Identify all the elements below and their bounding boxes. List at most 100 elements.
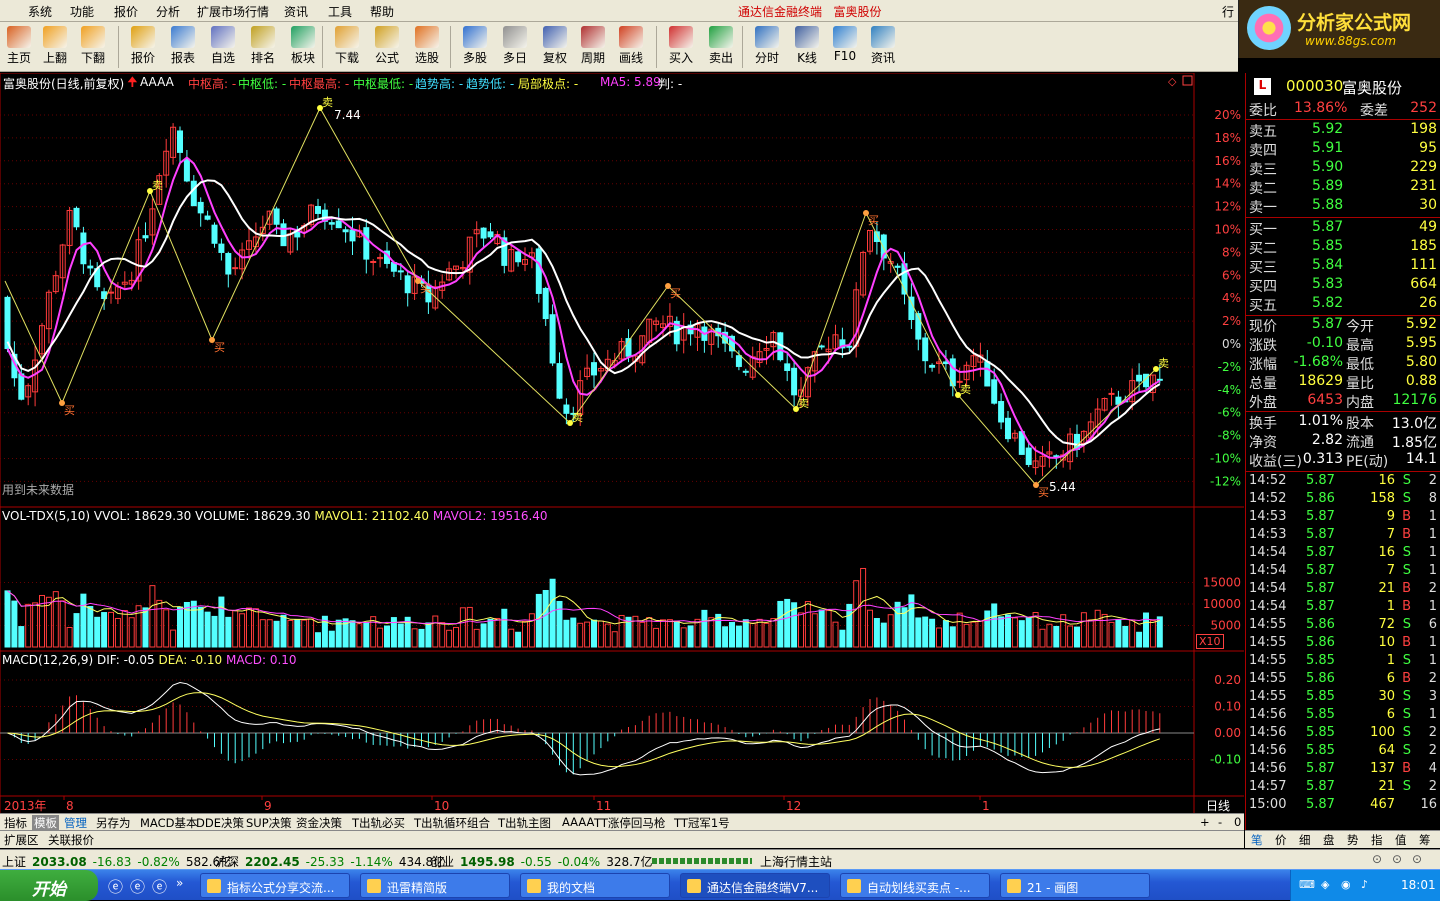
quick-launch-browser-icon[interactable]: ⓔ bbox=[130, 876, 145, 897]
app-icon bbox=[1007, 879, 1021, 893]
toolbar-button-8[interactable]: 板块 bbox=[284, 24, 322, 70]
tab-related-quote[interactable]: 关联报价 bbox=[48, 832, 94, 848]
tab-3[interactable]: 管理 bbox=[64, 815, 87, 831]
tab-10[interactable]: T出轨循环组合 bbox=[414, 815, 490, 831]
kline-chart[interactable]: 20% 18% 16% 14% 12% 10% 8% 6% 4% 2% 0% -2% -4% -6% -8%… bbox=[0, 73, 1244, 817]
diamond-icon[interactable]: ◇ bbox=[1168, 75, 1177, 88]
quick-launch-ie-icon[interactable]: ⓔ bbox=[108, 876, 123, 897]
menu-bar: 系统 功能 报价 分析 扩展市场行情 资讯 工具 帮助 通达信金融终端 富奥股份… bbox=[0, 0, 1440, 22]
stat-value-2: 14.1 bbox=[1405, 451, 1437, 467]
toolbar-button-1[interactable]: 主页 bbox=[0, 24, 38, 70]
toolbar-button-9[interactable]: 下载 bbox=[328, 24, 366, 70]
tab-14[interactable]: TT冠军1号 bbox=[674, 815, 730, 831]
toolbar-button-15[interactable]: 周期 bbox=[574, 24, 612, 70]
tab-13[interactable]: TT涨停回马枪 bbox=[594, 815, 665, 831]
menu-function[interactable]: 功能 bbox=[70, 3, 94, 20]
bid-row: 买四 5.83 664 bbox=[1246, 276, 1440, 295]
tab-5[interactable]: MACD基本 bbox=[140, 815, 197, 831]
toolbar-button-21[interactable]: F10 bbox=[826, 24, 864, 70]
menu-news[interactable]: 资讯 bbox=[284, 3, 308, 20]
tab-7[interactable]: SUP决策 bbox=[246, 815, 292, 831]
quick-launch-more-icon[interactable]: » bbox=[176, 876, 183, 890]
menu-partial[interactable]: 行 bbox=[1222, 3, 1234, 20]
taskbar-item-1[interactable]: 指标公式分享交流... bbox=[200, 873, 350, 898]
toolbar-button-6[interactable]: 自选 bbox=[204, 24, 242, 70]
taskbar-item-2[interactable]: 迅雷精简版 bbox=[360, 873, 510, 898]
volume-bar bbox=[80, 593, 87, 648]
candle-body bbox=[218, 243, 225, 253]
taskbar-item-6[interactable]: 21 - 画图 bbox=[1000, 873, 1150, 898]
tab-control-2[interactable]: - bbox=[1218, 815, 1222, 829]
toolbar-button-19[interactable]: 分时 bbox=[748, 24, 786, 70]
tab-9[interactable]: T出轨必买 bbox=[352, 815, 405, 831]
volume-header: VOL-TDX(5,10) VVOL: 18629.30 VOLUME: 186… bbox=[2, 509, 548, 523]
price-tick-label: 14% bbox=[1214, 177, 1241, 191]
menu-help[interactable]: 帮助 bbox=[370, 3, 394, 20]
candle-body bbox=[370, 260, 377, 263]
tab-11[interactable]: T出轨主图 bbox=[498, 815, 551, 831]
menu-system[interactable]: 系统 bbox=[28, 3, 52, 20]
taskbar-item-5[interactable]: 自动划线买卖点 -... bbox=[840, 873, 990, 898]
status-icon-2[interactable]: ⊙ bbox=[1392, 852, 1402, 866]
taskbar-item-3[interactable]: 我的文档 bbox=[520, 873, 670, 898]
quote-tab-8[interactable]: 筹 bbox=[1419, 832, 1431, 848]
candle-body bbox=[742, 370, 749, 373]
toolbar-button-22[interactable]: 资讯 bbox=[864, 24, 902, 70]
quote-tab-3[interactable]: 细 bbox=[1299, 832, 1311, 848]
period-label[interactable]: 日线 bbox=[1206, 797, 1230, 814]
toolbar-button-7[interactable]: 排名 bbox=[244, 24, 282, 70]
toolbar-button-14[interactable]: 复权 bbox=[536, 24, 574, 70]
clock[interactable]: 18:01 bbox=[1401, 878, 1436, 892]
tab-2[interactable]: 模板 bbox=[32, 815, 59, 831]
toolbar-button-5[interactable]: 报表 bbox=[164, 24, 202, 70]
tab-6[interactable]: DDE决策 bbox=[196, 815, 244, 831]
volume-icon[interactable]: ♪ bbox=[1361, 878, 1368, 891]
quote-tab-1[interactable]: 笔 bbox=[1251, 832, 1263, 848]
security-icon[interactable]: ◉ bbox=[1341, 878, 1351, 891]
keyboard-icon[interactable]: ⌨ bbox=[1299, 878, 1315, 891]
tab-extension-area[interactable]: 扩展区 bbox=[4, 832, 39, 848]
toolbar-button-13[interactable]: 多日 bbox=[496, 24, 534, 70]
start-button[interactable]: 开始 bbox=[0, 870, 98, 901]
quote-tab-7[interactable]: 值 bbox=[1395, 832, 1407, 848]
tab-control-1[interactable]: + bbox=[1200, 815, 1210, 829]
tab-12[interactable]: AAAA bbox=[562, 815, 594, 829]
status-icon-1[interactable]: ⊙ bbox=[1372, 852, 1382, 866]
menu-tools[interactable]: 工具 bbox=[328, 3, 352, 20]
volume-bar bbox=[1108, 621, 1115, 648]
toolbar-button-16[interactable]: 画线 bbox=[612, 24, 650, 70]
index-cy[interactable]: 创业 1495.98 -0.55 -0.04% 328.7亿 bbox=[430, 853, 659, 870]
menu-extended-market[interactable]: 扩展市场行情 bbox=[197, 3, 269, 20]
server-name[interactable]: 上海行情主站 bbox=[760, 853, 832, 870]
toolbar-button-20[interactable]: K线 bbox=[788, 24, 826, 70]
tab-4[interactable]: 另存为 bbox=[96, 815, 131, 831]
quick-launch-ie2-icon[interactable]: ⓔ bbox=[152, 876, 167, 897]
tab-1[interactable]: 指标 bbox=[4, 815, 27, 831]
toolbar-button-3[interactable]: 下翻 bbox=[74, 24, 112, 70]
stock-name: 富奥股份 bbox=[1342, 79, 1403, 97]
menu-analysis[interactable]: 分析 bbox=[156, 3, 180, 20]
menu-quote[interactable]: 报价 bbox=[114, 3, 138, 20]
index-sz[interactable]: 沪深 2202.45 -25.33 -1.14% 434.8亿 bbox=[215, 853, 451, 870]
taskbar-item-4[interactable]: 通达信金融终端V7... bbox=[680, 873, 830, 898]
toolbar-button-10[interactable]: 公式 bbox=[368, 24, 406, 70]
network-icon[interactable]: ◈ bbox=[1321, 878, 1329, 891]
index-sh[interactable]: 上证 2033.08 -16.83 -0.82% 582.6亿 bbox=[2, 853, 238, 870]
quote-tab-6[interactable]: 指 bbox=[1371, 832, 1383, 848]
quote-tab-4[interactable]: 盘 bbox=[1323, 832, 1335, 848]
toolbar-button-2[interactable]: 上翻 bbox=[36, 24, 74, 70]
candle-body bbox=[4, 296, 11, 350]
toolbar-button-11[interactable]: 选股 bbox=[408, 24, 446, 70]
toolbar-button-17[interactable]: 买入 bbox=[662, 24, 700, 70]
toolbar-button-12[interactable]: 多股 bbox=[456, 24, 494, 70]
candle-body bbox=[784, 363, 791, 371]
quote-tab-5[interactable]: 势 bbox=[1347, 832, 1359, 848]
quote-tab-2[interactable]: 价 bbox=[1275, 832, 1287, 848]
status-icon-3[interactable]: ⊙ bbox=[1412, 852, 1422, 866]
tab-8[interactable]: 资金决策 bbox=[296, 815, 342, 831]
toolbar-button-18[interactable]: 卖出 bbox=[702, 24, 740, 70]
toolbar-button-4[interactable]: 报价 bbox=[124, 24, 162, 70]
tab-control-3[interactable]: 0 bbox=[1234, 815, 1241, 829]
panel-toggle-icon[interactable] bbox=[1182, 75, 1193, 86]
tick-time: 14:54 bbox=[1249, 599, 1287, 614]
